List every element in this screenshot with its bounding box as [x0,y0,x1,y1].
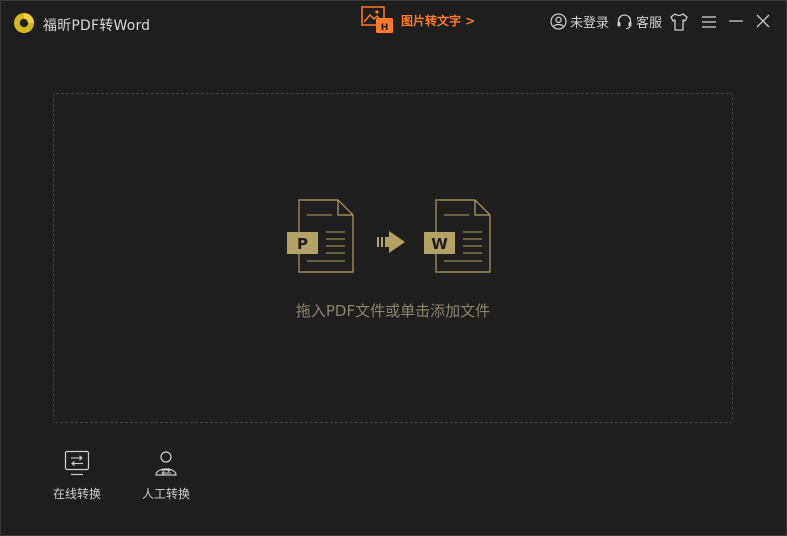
skin-shirt-icon[interactable] [668,11,690,33]
svg-text:H: H [381,23,389,33]
file-drop-zone[interactable]: P W 拖入PDF文件或单击添加文件 [53,93,733,423]
headset-icon [617,14,632,30]
minimize-icon[interactable] [725,11,747,33]
login-button[interactable]: 未登录 [550,12,609,31]
online-convert-button[interactable]: 在线转换 [37,449,117,509]
convert-arrow-icon [377,231,405,253]
image-to-text-promo[interactable]: H 图片转文字 > [361,6,475,34]
manual-convert-button[interactable]: 人工转换 [126,449,206,509]
word-document-icon: W [424,199,491,273]
pdf-to-word-illustration: P W [287,199,491,273]
user-circle-icon [550,13,567,30]
title-bar: 福昕PDF转Word H 图片转文字 > 未登录 客服 [1,1,786,45]
customer-service-button[interactable]: 客服 [616,12,662,31]
menu-icon[interactable] [698,11,720,33]
pdf-document-icon: P [287,199,354,273]
pdf-letter: P [297,235,308,253]
image-to-text-icon: H [361,6,393,33]
word-letter: W [431,235,448,253]
online-convert-icon [64,450,90,476]
online-convert-label: 在线转换 [52,487,101,501]
manual-convert-label: 人工转换 [141,487,190,501]
login-label: 未登录 [570,16,610,31]
service-label: 客服 [636,16,663,31]
image-to-text-link[interactable]: 图片转文字 > [401,12,475,29]
app-logo-icon [14,13,34,33]
drop-hint-text: 拖入PDF文件或单击添加文件 [295,302,491,320]
close-icon[interactable] [752,11,774,33]
app-title: 福昕PDF转Word [43,18,151,34]
manual-convert-icon [155,451,177,476]
app-window: 福昕PDF转Word H 图片转文字 > 未登录 客服 P W 拖入PDF文件或… [0,0,787,536]
